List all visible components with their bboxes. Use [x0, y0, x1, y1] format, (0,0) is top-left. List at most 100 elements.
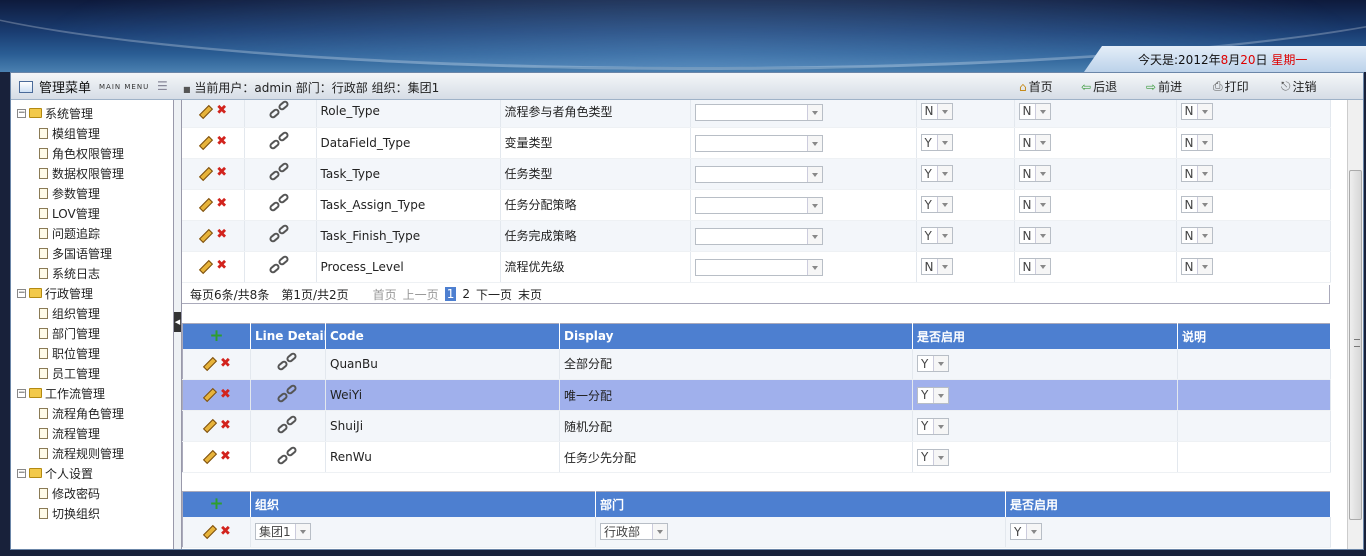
- tree-item[interactable]: 角色权限管理: [39, 143, 124, 163]
- tree-folder[interactable]: − 系统管理: [17, 103, 93, 123]
- collapse-arrow-icon[interactable]: ◀: [174, 312, 181, 332]
- vertical-scrollbar[interactable]: [1347, 100, 1363, 549]
- value-select[interactable]: [694, 228, 823, 246]
- table-row[interactable]: ✖ ShuiJi 随机分配 Y: [182, 410, 1331, 442]
- delete-icon[interactable]: ✖: [216, 165, 227, 180]
- tree-folder[interactable]: − 个人设置: [17, 463, 93, 483]
- tree-item[interactable]: 组织管理: [39, 303, 100, 323]
- line-detail-link-icon[interactable]: [268, 254, 292, 276]
- flag-b-select[interactable]: N: [1018, 258, 1051, 275]
- flag-a-select[interactable]: Y: [920, 196, 953, 213]
- flag-a-select[interactable]: Y: [920, 227, 953, 244]
- tree-item[interactable]: 参数管理: [39, 183, 100, 203]
- flag-b-select[interactable]: N: [1018, 102, 1051, 120]
- logout-button[interactable]: ⎋ 注销: [1281, 78, 1317, 95]
- pager-last-link[interactable]: 末页: [518, 286, 542, 303]
- flag-a-select[interactable]: Y: [920, 165, 953, 182]
- tree-item[interactable]: 修改密码: [39, 483, 100, 503]
- tree-item[interactable]: 切换组织: [39, 503, 100, 523]
- delete-icon[interactable]: ✖: [220, 418, 231, 433]
- collapse-icon[interactable]: −: [17, 388, 26, 398]
- pager-prev-link[interactable]: 上一页: [403, 286, 439, 303]
- edit-icon[interactable]: [198, 229, 210, 241]
- flag-c-select[interactable]: N: [1180, 134, 1213, 151]
- tree-item[interactable]: 系统日志: [39, 263, 100, 283]
- flag-c-select[interactable]: N: [1180, 196, 1213, 213]
- collapse-icon[interactable]: −: [17, 288, 26, 298]
- delete-icon[interactable]: ✖: [216, 196, 227, 211]
- flag-a-select[interactable]: Y: [920, 134, 953, 151]
- edit-icon[interactable]: [202, 419, 214, 431]
- edit-icon[interactable]: [202, 357, 214, 369]
- delete-icon[interactable]: ✖: [220, 449, 231, 464]
- collapse-icon[interactable]: −: [17, 108, 26, 118]
- tree-item[interactable]: 部门管理: [39, 323, 100, 343]
- home-button[interactable]: ⌂ 首页: [1019, 78, 1053, 95]
- edit-icon[interactable]: [198, 260, 210, 272]
- line-detail-link-icon[interactable]: [276, 413, 300, 436]
- value-select[interactable]: [694, 135, 823, 153]
- enabled-select[interactable]: Y: [917, 448, 949, 466]
- edit-icon[interactable]: [202, 388, 214, 400]
- edit-icon[interactable]: [198, 198, 210, 210]
- edit-icon[interactable]: [198, 105, 210, 117]
- table-row[interactable]: ✖ QuanBu 全部分配 Y: [182, 348, 1331, 380]
- enabled-select[interactable]: Y: [917, 355, 949, 373]
- flag-b-select[interactable]: N: [1018, 196, 1051, 213]
- table-row[interactable]: ✖ Process_Level 流程优先级 N N N: [182, 251, 1331, 283]
- tree-item[interactable]: 职位管理: [39, 343, 100, 363]
- delete-icon[interactable]: ✖: [216, 227, 227, 242]
- edit-icon[interactable]: [198, 167, 210, 179]
- line-detail-link-icon[interactable]: [276, 382, 300, 405]
- tree-item[interactable]: 流程角色管理: [39, 403, 124, 423]
- flag-a-select[interactable]: N: [920, 258, 953, 275]
- tree-item[interactable]: 多国语管理: [39, 243, 112, 263]
- add-line-button[interactable]: +: [182, 323, 251, 349]
- delete-icon[interactable]: ✖: [216, 134, 227, 149]
- tree-item[interactable]: 流程管理: [39, 423, 100, 443]
- delete-icon[interactable]: ✖: [216, 103, 227, 118]
- add-org-button[interactable]: +: [182, 491, 251, 517]
- value-select[interactable]: [694, 259, 823, 277]
- tree-item[interactable]: 数据权限管理: [39, 163, 124, 183]
- table-row[interactable]: ✖ Role_Type 流程参与者角色类型 N N N: [182, 100, 1331, 128]
- enabled-select[interactable]: Y: [917, 386, 949, 404]
- line-detail-link-icon[interactable]: [268, 192, 292, 214]
- table-row[interactable]: ✖ DataField_Type 变量类型 Y N N: [182, 127, 1331, 159]
- line-detail-link-icon[interactable]: [268, 100, 292, 121]
- table-row[interactable]: ✖ 集团1 行政部 Y: [182, 516, 1331, 548]
- delete-icon[interactable]: ✖: [220, 387, 231, 402]
- value-select[interactable]: [694, 166, 823, 184]
- delete-icon[interactable]: ✖: [220, 524, 231, 539]
- line-detail-link-icon[interactable]: [268, 223, 292, 245]
- dept-select[interactable]: 行政部: [600, 523, 668, 541]
- line-detail-link-icon[interactable]: [276, 444, 300, 467]
- flag-b-select[interactable]: N: [1018, 134, 1051, 151]
- delete-icon[interactable]: ✖: [216, 258, 227, 273]
- edit-icon[interactable]: [202, 450, 214, 462]
- tree-item[interactable]: 问题追踪: [39, 223, 100, 243]
- org-select[interactable]: 集团1: [255, 523, 311, 541]
- line-detail-link-icon[interactable]: [276, 351, 300, 373]
- tree-folder[interactable]: − 工作流管理: [17, 383, 105, 403]
- panel-splitter[interactable]: ◀: [174, 100, 182, 549]
- edit-icon[interactable]: [198, 136, 210, 148]
- pager-first-link[interactable]: 首页: [373, 286, 397, 303]
- flag-b-select[interactable]: N: [1018, 227, 1051, 244]
- line-detail-link-icon[interactable]: [268, 130, 292, 152]
- table-row[interactable]: ✖ Task_Finish_Type 任务完成策略 Y N N: [182, 220, 1331, 252]
- back-button[interactable]: ⇦ 后退: [1081, 78, 1117, 95]
- value-select[interactable]: [694, 197, 823, 215]
- print-button[interactable]: ⎙ 打印: [1213, 78, 1249, 95]
- flag-c-select[interactable]: N: [1180, 258, 1213, 275]
- scrollbar-thumb[interactable]: [1349, 170, 1362, 520]
- collapse-icon[interactable]: −: [17, 468, 26, 478]
- flag-c-select[interactable]: N: [1180, 227, 1213, 244]
- flag-c-select[interactable]: N: [1180, 165, 1213, 182]
- delete-icon[interactable]: ✖: [220, 356, 231, 371]
- flag-a-select[interactable]: N: [920, 102, 953, 120]
- table-row[interactable]: ✖ Task_Type 任务类型 Y N N: [182, 158, 1331, 190]
- tree-item[interactable]: LOV管理: [39, 203, 100, 223]
- value-select[interactable]: [694, 104, 823, 121]
- tree-folder[interactable]: − 行政管理: [17, 283, 93, 303]
